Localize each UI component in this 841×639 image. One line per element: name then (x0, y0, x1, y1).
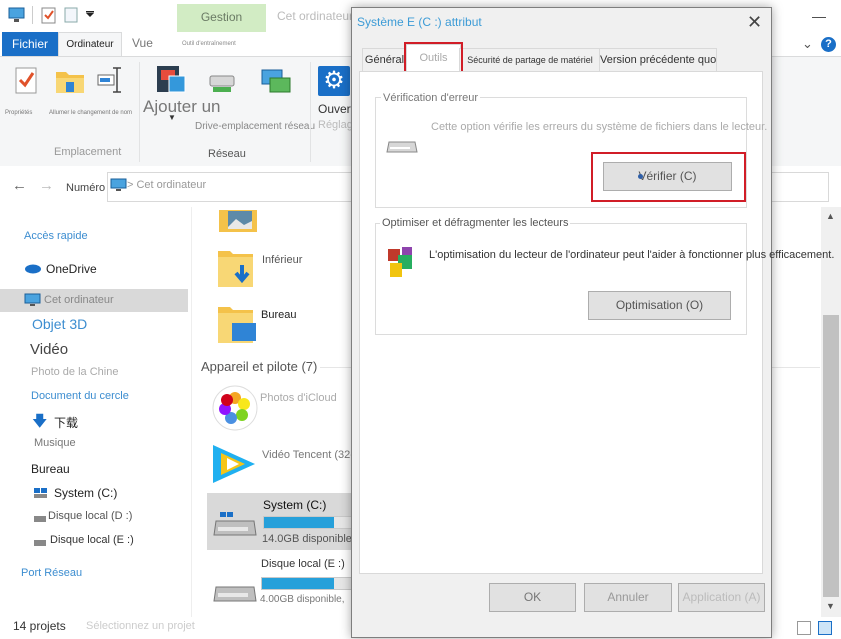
folder-open-icon[interactable] (55, 68, 85, 94)
windows-drive-icon (34, 488, 47, 498)
apply-button[interactable]: Application (A) (678, 583, 765, 612)
item-count: 14 projets (13, 619, 66, 633)
new-folder-icon[interactable] (64, 7, 78, 23)
ribbon-separator (310, 62, 311, 162)
scrollbar-thumb[interactable] (823, 315, 839, 597)
sidebar-item-disk-d[interactable]: Disque local (D :) (48, 510, 132, 522)
sidebar-item-this-pc[interactable]: Cet ordinateur (44, 294, 114, 306)
properties-icon[interactable] (41, 6, 57, 24)
back-arrow-icon[interactable]: ← (12, 177, 27, 194)
sidebar-item-pictures[interactable]: Photo de la Chine (31, 366, 118, 378)
computer-icon (110, 178, 127, 191)
device-name[interactable]: Disque local (E :) (261, 558, 345, 570)
change-name-label: Allumer le changement de nom (49, 110, 133, 116)
tab-fichier[interactable]: Fichier (2, 32, 58, 56)
contextual-subtitle: Outil d'entraînement (182, 41, 236, 47)
cancel-button[interactable]: Annuler (584, 583, 672, 612)
drive-free-space: 14.0GB disponible (262, 533, 352, 545)
address-path[interactable]: > Cet ordinateur (127, 179, 206, 191)
optimize-text: L'optimisation du lecteur de l'ordinateu… (429, 249, 835, 261)
folder-name[interactable]: Bureau (261, 309, 296, 321)
drive-icon (34, 540, 46, 546)
picture-folder-icon[interactable] (218, 209, 258, 233)
device-name[interactable]: Photos d'iCloud (260, 392, 337, 404)
folder-name[interactable]: Inférieur (262, 254, 302, 266)
sidebar-item-desktop[interactable]: Bureau (31, 462, 70, 476)
network-location-icon[interactable] (260, 68, 292, 96)
network-drive-icon[interactable] (208, 72, 238, 94)
defrag-icon (388, 247, 412, 277)
group-emplacement: Emplacement (54, 146, 122, 158)
sidebar-item-network[interactable]: Port Réseau (21, 567, 82, 579)
tencent-video-icon[interactable] (209, 441, 259, 487)
drive-icon (386, 141, 418, 153)
computer-icon[interactable] (8, 7, 26, 23)
pane-divider (191, 207, 192, 617)
sidebar-item-system-c[interactable]: System (C:) (54, 486, 117, 500)
folder-downloads-icon[interactable] (216, 247, 260, 289)
minimize-icon[interactable]: — (812, 8, 826, 24)
chevron-down-icon[interactable]: ▼ (168, 113, 176, 122)
device-name[interactable]: System (C:) (263, 498, 326, 512)
group-reseau: Réseau (208, 148, 246, 160)
error-check-text: Cette option vérifie les erreurs du syst… (431, 121, 768, 133)
tab-security-sharing[interactable]: Sécurité de partage de matériel (459, 48, 601, 71)
devices-header[interactable]: Appareil et pilote (7) (201, 359, 317, 374)
forward-arrow-icon[interactable]: → (39, 177, 54, 194)
folder-desktop-icon[interactable] (216, 303, 260, 345)
details-view-icon[interactable] (797, 621, 811, 635)
error-check-legend: Vérification d'erreur (381, 92, 481, 104)
dialog-title: Système E (C :) attribut (357, 15, 482, 29)
media-icon[interactable] (155, 64, 189, 96)
tab-gestion[interactable]: Gestion (177, 4, 266, 32)
ok-button[interactable]: OK (489, 583, 576, 612)
optimize-legend: Optimiser et défragmenter les lecteurs (380, 217, 571, 229)
rename-icon[interactable] (96, 66, 128, 94)
drive-usage-bar (261, 577, 353, 590)
tab-vue[interactable]: Vue (132, 36, 153, 50)
open-label[interactable]: Ouvert (318, 102, 354, 116)
sidebar-item-music[interactable]: Musique (34, 437, 76, 449)
computer-icon (24, 293, 41, 306)
add-one-label[interactable]: Ajouter un (143, 97, 221, 117)
tab-general[interactable]: Général (362, 48, 407, 71)
drive-usage-bar (263, 516, 353, 529)
properties-label: Propriétés (5, 110, 33, 116)
sidebar-item-video[interactable]: Vidéo (30, 341, 68, 358)
drive-usage-fill (264, 517, 335, 528)
properties-large-icon[interactable] (14, 66, 40, 96)
status-hint: Sélectionnez un projet (86, 620, 195, 632)
windows-drive-icon (213, 512, 257, 536)
sidebar-item-documents[interactable]: Document du cercle (31, 390, 129, 402)
large-icons-view-icon[interactable] (818, 621, 832, 635)
chevron-down-icon[interactable] (85, 10, 95, 20)
ribbon-separator (139, 62, 140, 162)
drive-free-space: 4.00GB disponible, (260, 594, 345, 605)
tab-previous-versions[interactable]: Version précédente quota (599, 48, 717, 71)
scroll-down-icon[interactable]: ▼ (826, 601, 835, 611)
cloud-icon (25, 264, 41, 274)
network-drive-label: Drive-emplacement réseau (195, 121, 316, 132)
close-icon[interactable]: ✕ (747, 12, 762, 33)
highlight-box (591, 152, 746, 202)
drive-icon[interactable] (212, 577, 258, 607)
help-icon[interactable]: ? (821, 37, 836, 52)
sidebar-item-3d-objects[interactable]: Objet 3D (32, 316, 87, 332)
tab-ordinateur[interactable]: Ordinateur (58, 32, 122, 58)
sidebar-item-downloads[interactable]: 下载 (54, 414, 78, 431)
scroll-up-icon[interactable]: ▲ (826, 211, 835, 221)
drive-usage-fill (262, 578, 334, 589)
download-arrow-icon: 🡇 (32, 413, 48, 430)
drive-icon (34, 516, 46, 522)
window-title: Cet ordinateur (277, 9, 354, 23)
sidebar-item-disk-e[interactable]: Disque local (E :) (50, 534, 134, 546)
optimize-button[interactable]: Optimisation (O) (588, 291, 731, 320)
sidebar-item-quick-access[interactable]: Accès rapide (24, 230, 88, 242)
icloud-photos-icon[interactable] (211, 385, 259, 431)
ribbon-collapse-icon[interactable]: ⌄ (802, 36, 813, 52)
address-label: Numéro (66, 182, 106, 194)
gear-icon[interactable]: ⚙ (318, 66, 350, 96)
sidebar-item-onedrive[interactable]: OneDrive (46, 262, 97, 276)
